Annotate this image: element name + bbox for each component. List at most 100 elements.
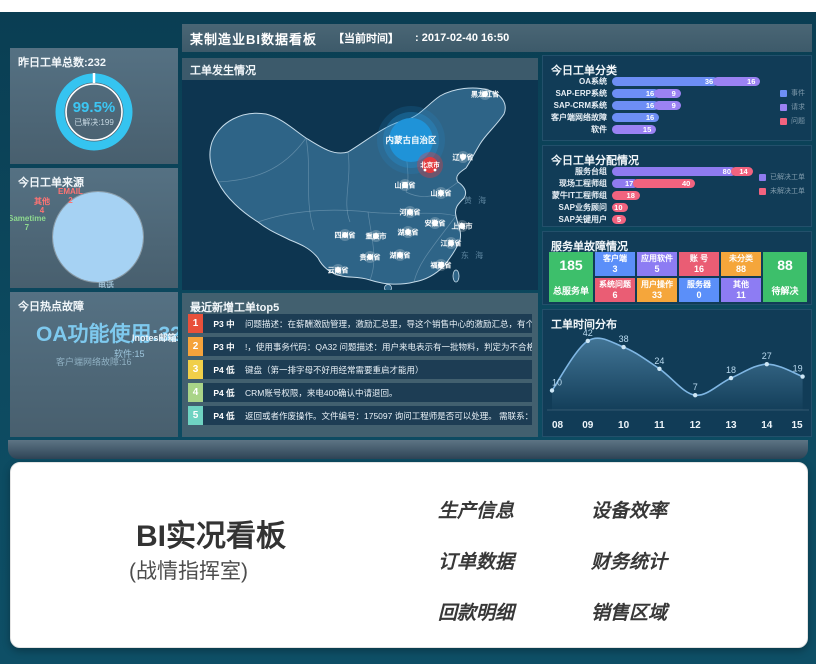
map-province-label: 山西省 <box>395 181 416 190</box>
panel-hotspot-title: 今日热点故障 <box>10 292 178 314</box>
card-item: 设备效率 <box>591 496 667 523</box>
bar-category-label: 软件 <box>549 124 612 135</box>
legend-label: 事件 <box>791 88 805 98</box>
top5-rank-badge: 2 <box>188 337 203 356</box>
faults-total-value: 185 <box>559 257 582 273</box>
pie-callout: EMAIL2 <box>58 187 83 205</box>
top5-rank-badge: 5 <box>188 406 203 425</box>
bar-track: 15 <box>612 125 656 134</box>
map-province-label: 黑龙江省 <box>471 90 499 99</box>
faults-cell: 未分类88 <box>721 252 761 276</box>
legend-label: 问题 <box>791 116 805 126</box>
bar-segment: 36 <box>612 77 718 86</box>
panel-ticket-classify: 今日工单分类 OA系统3616SAP-ERP系统169SAP-CRM系统169客… <box>542 55 812 141</box>
data-point-label: 7 <box>693 382 698 392</box>
dashboard-time-value: : 2017-02-40 16:50 <box>415 32 509 44</box>
top5-description: !，使用事务代码：QA32 问题描述：用户来电表示有一批物料，判定为不合格，在S… <box>245 341 532 353</box>
bar-track: 3616 <box>612 77 760 86</box>
x-axis-label: 14 <box>761 420 773 431</box>
data-point-label: 19 <box>793 364 803 374</box>
panel-yesterday-total: 昨日工单总数:232 99.5% 已解决:199 <box>10 48 178 164</box>
panel-top5-title: 最近新增工单top5 <box>182 293 538 315</box>
bar-track: 5 <box>612 215 626 224</box>
donut-percent: 99.5% <box>73 99 116 116</box>
faults-cell-value: 0 <box>696 290 701 300</box>
panel-time-distribution: 工单时间分布 1008420938102411712181327141915 <box>542 309 812 437</box>
panel-service-faults: 服务单故障情况 185总服务单客户端3应用软件5账 号16未分类88系统问题6用… <box>542 231 812 305</box>
top5-description: 问题描述：在薪酬激励管理，激励汇总里，导这个销售中心的激励汇总，有个人（0004… <box>245 318 532 330</box>
bar-track: 1740 <box>612 179 695 188</box>
data-point <box>586 339 590 343</box>
bar-track: 16 <box>612 113 659 122</box>
bar-row: 现场工程师组1740 <box>549 179 753 188</box>
bar-category-label: SAP关键用户 <box>549 214 612 225</box>
top5-priority: P3 中 <box>203 318 245 330</box>
panel-source-title: 今日工单来源 <box>10 168 178 190</box>
panel-china-map: 黄 海东 海 内蒙古自治区北京市黑龙江省辽宁省山西省山东省河南省安徽省上海市四川… <box>182 80 538 290</box>
map-province-label: 山东省 <box>431 189 452 198</box>
data-point <box>657 367 661 371</box>
top5-description: 返回或者作废操作。文件编号：175097 询问工程师是否可以处理。 需联系：00… <box>245 410 532 422</box>
bar-segment: 15 <box>612 125 656 134</box>
panel-ticket-assign: 今日工单分配情况 服务台组8014现场工程师组1740蒙牛IT工程师组18SAP… <box>542 145 812 227</box>
faults-cell-label: 未分类 <box>729 254 753 264</box>
map-province-label: 福建省 <box>430 261 452 270</box>
pie-callout-label: 其他 <box>34 197 50 206</box>
data-point-label: 42 <box>583 328 593 338</box>
bar-segment: 5 <box>612 215 626 224</box>
china-map: 黄 海东 海 内蒙古自治区北京市黑龙江省辽宁省山西省山东省河南省安徽省上海市四川… <box>182 80 538 290</box>
bar-segment: 16 <box>713 77 760 86</box>
dashboard-time-label: 【当前时间】 <box>333 30 399 46</box>
map-province-label: 上海市 <box>452 222 473 231</box>
sea-label: 黄 海 <box>464 195 488 205</box>
faults-cell-value: 5 <box>654 264 659 274</box>
faults-cell-label: 客户端 <box>603 254 627 264</box>
map-province-label: 安徽省 <box>425 219 446 228</box>
faults-pending-box: 88待解决 <box>763 252 807 302</box>
faults-cell-label: 用户操作 <box>641 280 673 290</box>
faults-cell-label: 服务器 <box>687 280 711 290</box>
data-point-label: 10 <box>552 378 562 388</box>
panel-assign-title: 今日工单分配情况 <box>543 146 811 168</box>
top5-description: 键盘（第一排字母不好用经常需要重启才能用） <box>245 364 532 376</box>
bar-segment: 18 <box>612 191 640 200</box>
legend-item: 未解决工单 <box>759 186 805 196</box>
map-hainan <box>385 285 392 291</box>
card-item: 销售区域 <box>591 598 667 625</box>
top5-rank-badge: 3 <box>188 360 203 379</box>
legend-swatch <box>780 90 787 97</box>
x-axis-label: 10 <box>618 420 630 431</box>
map-province-label: 云南省 <box>328 266 349 275</box>
faults-total-label: 总服务单 <box>553 284 589 297</box>
faults-cell-value: 16 <box>694 264 704 274</box>
top5-row: 1P3 中问题描述：在薪酬激励管理，激励汇总里，导这个销售中心的激励汇总，有个人… <box>188 314 532 333</box>
legend-label: 已解决工单 <box>770 172 805 182</box>
legend-item: 问题 <box>780 116 805 126</box>
faults-cell-label: 其他 <box>733 280 749 290</box>
bar-row: 客户端网络故障16 <box>549 113 760 122</box>
faults-pending-value: 88 <box>777 257 793 273</box>
panel-classify-title: 今日工单分类 <box>543 56 811 78</box>
sea-label: 东 海 <box>461 250 485 260</box>
bar-segment: 16 <box>612 113 659 122</box>
faults-cell: 用户操作33 <box>637 278 677 302</box>
bar-category-label: SAP-CRM系统 <box>549 100 612 111</box>
bar-category-label: 蒙牛IT工程师组 <box>549 190 612 201</box>
data-point-label: 27 <box>762 351 772 361</box>
bar-category-label: 客户端网络故障 <box>549 112 612 123</box>
panel-ticket-source: 今日工单来源 EMAIL2其他4Sametime7电话172 <box>10 168 178 288</box>
map-province-label: 河南省 <box>400 208 421 217</box>
panel-top5: 最近新增工单top5 1P3 中问题描述：在薪酬激励管理，激励汇总里，导这个销售… <box>182 293 538 437</box>
legend-swatch <box>780 104 787 111</box>
legend-item: 事件 <box>780 88 805 98</box>
top5-rank-badge: 4 <box>188 383 203 402</box>
faults-cell-label: 系统问题 <box>599 280 631 290</box>
top5-row: 3P4 低键盘（第一排字母不好用经常需要重启才能用） <box>188 360 532 379</box>
donut-resolved: 已解决:199 <box>74 117 114 127</box>
faults-cell-value: 88 <box>736 264 746 274</box>
top5-priority: P4 低 <box>203 364 245 376</box>
top5-priority: P4 低 <box>203 410 245 422</box>
panel-map-header: 工单发生情况 <box>182 58 538 80</box>
legend-label: 未解决工单 <box>770 186 805 196</box>
bar-row: 蒙牛IT工程师组18 <box>549 191 753 200</box>
